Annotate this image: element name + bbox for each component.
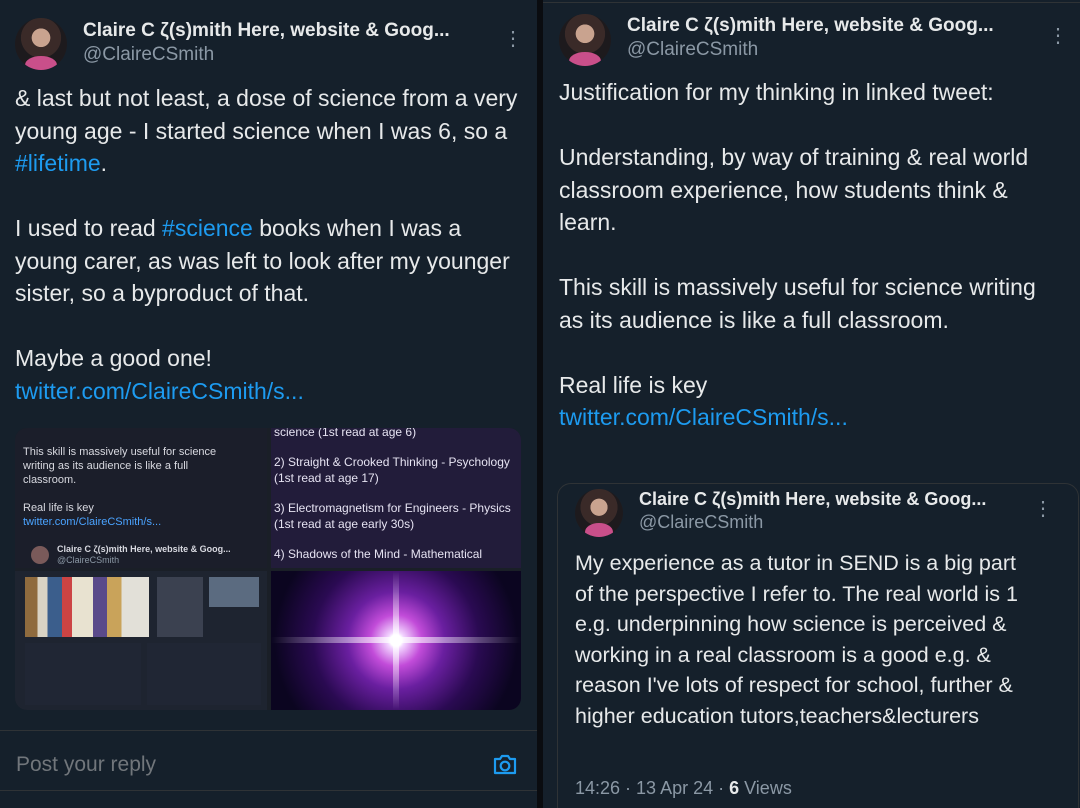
author-name[interactable]: Claire C ζ(s)mith Here, website & Goog..… (83, 20, 450, 42)
tweet-paragraph-3: This skill is massively useful for scien… (559, 274, 1036, 333)
tweet-text: & last but not least, a dose of science … (15, 82, 520, 407)
views-count: 6 (729, 778, 740, 798)
camera-icon[interactable] (492, 752, 518, 776)
tweet-paragraph-3: Maybe a good one! (15, 345, 212, 371)
views-label: Views (739, 778, 792, 798)
linked-tweet-link[interactable]: twitter.com/ClaireCSmith/s... (559, 401, 1064, 434)
quote-more-icon[interactable]: ⋮ (1033, 496, 1053, 521)
top-divider (543, 2, 1080, 3)
media-grid[interactable]: This skill is massively useful for scien… (15, 428, 521, 710)
media-2-line-2: 2) Straight & Crooked Thinking - Psychol… (274, 455, 510, 485)
media-1-avatar (31, 546, 49, 564)
quote-author-handle[interactable]: @ClaireCSmith (639, 512, 763, 533)
author-handle[interactable]: @ClaireCSmith (83, 44, 214, 66)
right-tweet-panel: Claire C ζ(s)mith Here, website & Goog..… (543, 0, 1080, 808)
media-1-handle: @ClaireCSmith (57, 555, 120, 565)
quote-text: My experience as a tutor in SEND is a bi… (575, 551, 1018, 728)
media-image-2[interactable]: science (1st read at age 6) 2) Straight … (271, 428, 521, 568)
author-avatar[interactable] (559, 14, 611, 66)
hashtag-lifetime-link[interactable]: #lifetime (15, 150, 101, 176)
media-1-text-2: Real life is key (23, 502, 94, 514)
media-image-3[interactable] (15, 571, 267, 710)
divider-line (0, 790, 537, 791)
media-image-4[interactable] (271, 571, 521, 710)
more-vertical-icon[interactable]: ⋮ (1048, 23, 1068, 48)
media-2-line-0: science (1st read at age 6) (274, 428, 417, 439)
media-2-line-4: 4) Shadows of the Mind - Mathematical (274, 547, 483, 561)
tweet-meta: 14:26 · 13 Apr 24 · 6 Views (575, 778, 792, 799)
media-image-1[interactable]: This skill is massively useful for scien… (15, 428, 267, 568)
reply-divider (0, 730, 537, 731)
hashtag-science-link[interactable]: #science (162, 215, 253, 241)
left-tweet-panel: Claire C ζ(s)mith Here, website & Goog..… (0, 0, 537, 808)
tweet-paragraph-2-start: I used to read (15, 215, 163, 241)
media-1-text: This skill is massively useful for scien… (23, 446, 217, 486)
author-avatar[interactable] (15, 18, 67, 70)
more-vertical-icon[interactable]: ⋮ (503, 26, 523, 51)
author-name[interactable]: Claire C ζ(s)mith Here, website & Goog..… (627, 15, 994, 37)
tweet-paragraph-4: Real life is key (559, 371, 708, 398)
quote-avatar[interactable] (575, 489, 623, 537)
quote-author-name[interactable]: Claire C ζ(s)mith Here, website & Goog..… (639, 489, 986, 510)
tweet-paragraph-1: & last but not least, a dose of science … (15, 85, 518, 144)
linked-tweet-link[interactable]: twitter.com/ClaireCSmith/s... (15, 375, 520, 408)
tweet-paragraph-1: Justification for my thinking in linked … (559, 79, 994, 105)
tweet-text: Justification for my thinking in linked … (559, 76, 1064, 434)
media-2-line-3: 3) Electromagnetism for Engineers - Phys… (274, 501, 511, 531)
media-1-link: twitter.com/ClaireCSmith/s... (23, 516, 162, 528)
tweet-paragraph-1-end: . (100, 150, 108, 176)
media-1-author: Claire C ζ(s)mith Here, website & Goog..… (57, 544, 231, 554)
reply-input[interactable]: Post your reply (16, 753, 156, 777)
tweet-timestamp[interactable]: 14:26 · 13 Apr 24 · (575, 778, 729, 798)
author-handle[interactable]: @ClaireCSmith (627, 39, 758, 61)
tweet-paragraph-2: Understanding, by way of training & real… (559, 144, 1029, 235)
